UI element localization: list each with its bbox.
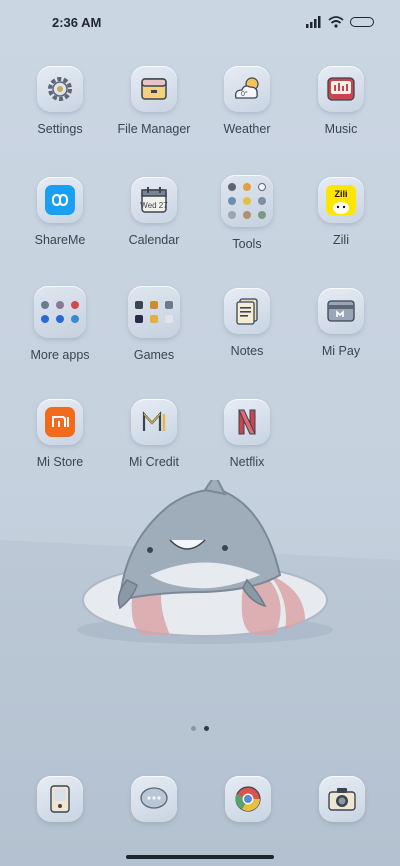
app-label: Notes — [230, 344, 264, 358]
home-gesture-bar[interactable] — [126, 855, 274, 859]
wifi-icon — [328, 16, 344, 28]
dock-phone[interactable] — [37, 776, 83, 822]
folder-icon — [221, 175, 273, 227]
folder-icon — [34, 286, 86, 338]
app-label: Mi Store — [36, 455, 84, 469]
status-bar: 2:36 AM — [0, 0, 400, 44]
folder-games[interactable]: Games — [107, 286, 201, 362]
camera-icon — [319, 776, 365, 822]
weather-temp-text: 0° — [241, 90, 248, 98]
shareme-icon — [37, 177, 83, 223]
app-mi-store[interactable]: Mi Store — [13, 399, 107, 469]
app-notes[interactable]: Notes — [200, 288, 294, 358]
weather-icon: 0° — [224, 66, 270, 112]
calendar-icon: Wed 27 — [131, 177, 177, 223]
page-dot[interactable] — [191, 726, 196, 731]
app-label: More apps — [30, 348, 90, 362]
zili-logo-text: Zili — [335, 189, 348, 199]
folder-tools[interactable]: Tools — [200, 175, 294, 251]
app-mi-pay[interactable]: Mi Pay — [294, 288, 388, 358]
app-mi-credit[interactable]: Mi Credit — [107, 399, 201, 469]
notes-icon — [224, 288, 270, 334]
shark-wallpaper-illustration — [77, 480, 333, 644]
mi-store-icon — [37, 399, 83, 445]
app-label: Games — [133, 348, 175, 362]
phone-icon — [37, 776, 83, 822]
app-label: Mi Pay — [321, 344, 361, 358]
dock-chrome[interactable] — [225, 776, 271, 822]
calendar-date-text: Wed 27 — [140, 201, 168, 210]
folder-more-apps[interactable]: More apps — [13, 286, 107, 362]
app-label: Zili — [333, 233, 349, 247]
messages-icon — [131, 776, 177, 822]
app-label: File Manager — [117, 122, 191, 136]
app-shareme[interactable]: ShareMe — [13, 177, 107, 247]
app-music[interactable]: Music — [294, 66, 388, 136]
app-zili[interactable]: Zili Zili — [294, 177, 388, 247]
app-label: Tools — [232, 237, 262, 251]
app-label: Weather — [223, 122, 271, 136]
folder-icon — [128, 286, 180, 338]
app-label: Settings — [37, 122, 83, 136]
mi-credit-icon — [131, 399, 177, 445]
status-time: 2:36 AM — [52, 14, 102, 30]
app-label: ShareMe — [34, 233, 86, 247]
mi-pay-icon — [318, 288, 364, 334]
app-label: Netflix — [229, 455, 265, 469]
signal-icon — [306, 16, 321, 28]
chrome-icon — [225, 776, 271, 822]
app-label: Mi Credit — [128, 455, 179, 469]
zili-icon: Zili — [318, 177, 364, 223]
settings-icon — [37, 66, 83, 112]
app-settings[interactable]: Settings — [13, 66, 107, 136]
netflix-icon — [224, 399, 270, 445]
battery-icon — [350, 17, 374, 27]
dock-camera[interactable] — [319, 776, 365, 822]
app-label: Calendar — [128, 233, 180, 247]
page-dot-active[interactable] — [204, 726, 209, 731]
app-netflix[interactable]: Netflix — [200, 399, 294, 469]
music-icon — [318, 66, 364, 112]
status-icons — [306, 16, 374, 28]
app-weather[interactable]: 0° Weather — [200, 66, 294, 136]
app-file-manager[interactable]: File Manager — [107, 66, 201, 136]
file-manager-icon — [131, 66, 177, 112]
dock-messages[interactable] — [131, 776, 177, 822]
page-indicator — [0, 726, 400, 731]
app-label: Music — [324, 122, 358, 136]
app-calendar[interactable]: Wed 27 Calendar — [107, 177, 201, 247]
